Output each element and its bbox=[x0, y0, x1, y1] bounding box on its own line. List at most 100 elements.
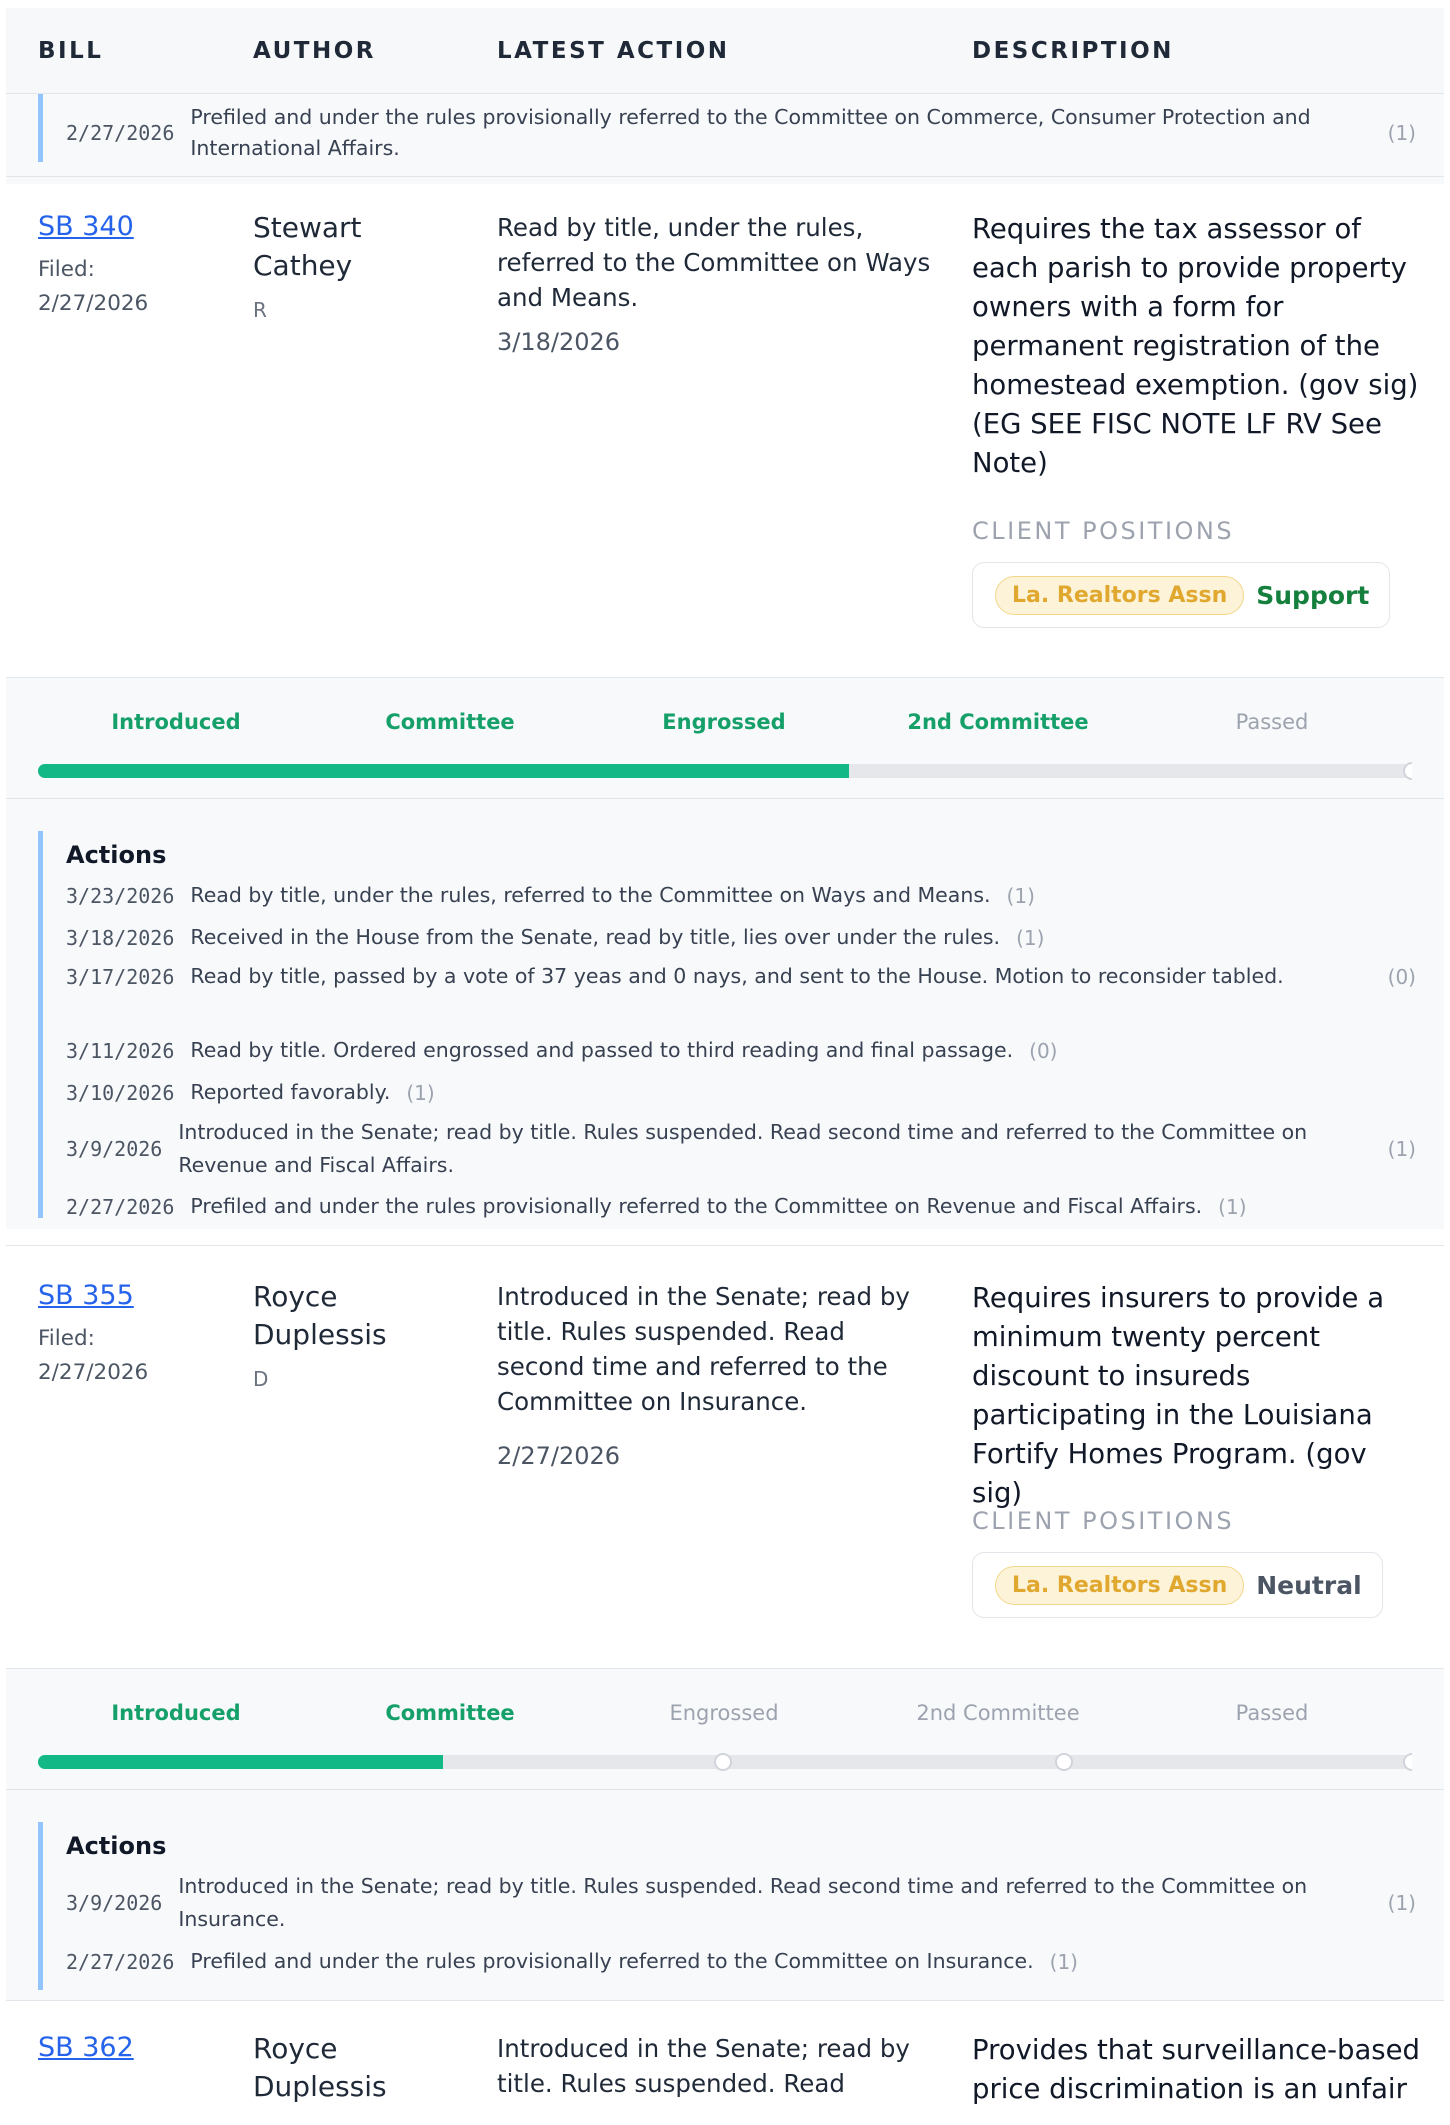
bill-description: Requires the tax assessor of each parish… bbox=[972, 213, 1419, 479]
stage-label-introduced: Introduced bbox=[111, 1701, 241, 1725]
action-date: 2/27/2026 bbox=[66, 121, 175, 145]
action-count[interactable]: (0) bbox=[1388, 965, 1416, 989]
action-text: Introduced in the Senate; read by title.… bbox=[178, 1874, 1308, 1931]
author-name[interactable]: Stewart Cathey bbox=[253, 209, 453, 285]
client-name-badge: La. Realtors Assn bbox=[995, 575, 1245, 615]
bill-tracker-table: BILL AUTHOR LATEST ACTION DESCRIPTION 2/… bbox=[6, 8, 1444, 2125]
action-item: 3/17/2026 Read by title, passed by a vot… bbox=[66, 960, 1416, 993]
action-item: 3/9/2026 Introduced in the Senate; read … bbox=[66, 1116, 1416, 1182]
action-count[interactable]: (1) bbox=[1016, 926, 1044, 950]
client-name-badge: La. Realtors Assn bbox=[995, 1565, 1245, 1605]
progress-track bbox=[38, 762, 1412, 780]
action-item: 2/27/2026 Prefiled and under the rules p… bbox=[66, 1945, 1416, 1978]
stage-label-2nd-committee: 2nd Committee bbox=[916, 1701, 1080, 1725]
author-party: R bbox=[253, 298, 267, 322]
latest-action-date: 2/27/2026 bbox=[497, 1442, 621, 1470]
action-text: Prefiled and under the rules provisional… bbox=[190, 105, 1311, 160]
action-count[interactable]: (0) bbox=[1029, 1039, 1057, 1063]
stage-label-introduced: Introduced bbox=[111, 710, 241, 734]
row-divider bbox=[6, 2000, 1444, 2001]
stage-marker-passed bbox=[1403, 762, 1412, 780]
actions-accent-bar bbox=[38, 831, 43, 1218]
action-count[interactable]: (1) bbox=[406, 1081, 434, 1105]
action-item: 3/9/2026 Introduced in the Senate; read … bbox=[66, 1870, 1416, 1936]
actions-heading: Actions bbox=[66, 841, 167, 869]
action-item: 2/27/2026 Prefiled and under the rules p… bbox=[66, 102, 1416, 164]
bill-actions-panel: Actions 3/23/2026 Read by title, under t… bbox=[6, 799, 1444, 1229]
client-position-card[interactable]: La. Realtors Assn Neutral bbox=[972, 1552, 1383, 1618]
stage-marker-2nd-committee bbox=[1055, 1753, 1073, 1771]
author-name[interactable]: Royce Duplessis bbox=[253, 1278, 453, 1354]
latest-action-text: Read by title, under the rules, referred… bbox=[497, 213, 931, 312]
action-count[interactable]: (1) bbox=[1388, 1137, 1416, 1161]
stage-label-2nd-committee: 2nd Committee bbox=[907, 710, 1089, 734]
stage-marker-engrossed bbox=[714, 1753, 732, 1771]
action-count[interactable]: (1) bbox=[1050, 1950, 1078, 1974]
action-text: Prefiled and under the rules provisional… bbox=[190, 1949, 1034, 1973]
progress-track bbox=[38, 1753, 1412, 1771]
action-text: Introduced in the Senate; read by title.… bbox=[178, 1120, 1308, 1177]
latest-action-text: Introduced in the Senate; read by title.… bbox=[497, 1282, 910, 1416]
stage-marker-passed bbox=[1403, 1753, 1412, 1771]
filed-date: 2/27/2026 bbox=[38, 291, 149, 316]
client-positions-label: CLIENT POSITIONS bbox=[972, 517, 1235, 545]
action-item: 2/27/2026 Prefiled and under the rules p… bbox=[66, 1190, 1416, 1223]
actions-accent-bar bbox=[38, 1822, 43, 1990]
latest-action-date: 3/18/2026 bbox=[497, 328, 621, 356]
action-date: 3/18/2026 bbox=[66, 925, 175, 950]
action-date: 3/10/2026 bbox=[66, 1080, 175, 1105]
action-count[interactable]: (1) bbox=[1218, 1195, 1246, 1219]
filed-label: Filed: bbox=[38, 1326, 95, 1351]
bill-progress-tracker: Introduced Committee Engrossed 2nd Commi… bbox=[6, 678, 1444, 798]
client-position-card[interactable]: La. Realtors Assn Support bbox=[972, 562, 1391, 628]
action-date: 2/27/2026 bbox=[66, 1949, 175, 1974]
latest-action-text: Introduced in the Senate; read by title.… bbox=[497, 2034, 910, 2098]
stage-label-committee: Committee bbox=[385, 1701, 515, 1725]
action-date: 3/23/2026 bbox=[66, 883, 175, 908]
action-date: 3/9/2026 bbox=[66, 1137, 163, 1161]
position-status: Support bbox=[1256, 580, 1370, 610]
action-date: 3/11/2026 bbox=[66, 1038, 175, 1063]
filed-date: 2/27/2026 bbox=[38, 1360, 149, 1385]
bill-description: Provides that surveillance-based price d… bbox=[972, 2034, 1421, 2105]
stage-label-committee: Committee bbox=[385, 710, 515, 734]
table-header: BILL AUTHOR LATEST ACTION DESCRIPTION bbox=[6, 8, 1444, 94]
bill-number-link[interactable]: SB 362 bbox=[38, 2032, 134, 2063]
action-text: Reported favorably. bbox=[190, 1080, 391, 1104]
action-date: 3/9/2026 bbox=[66, 1891, 163, 1915]
stage-label-passed: Passed bbox=[1235, 710, 1309, 734]
previous-bill-actions: 2/27/2026 Prefiled and under the rules p… bbox=[6, 94, 1444, 184]
bill-number-link[interactable]: SB 340 bbox=[38, 211, 134, 242]
action-date: 2/27/2026 bbox=[66, 1194, 175, 1219]
column-header-description[interactable]: DESCRIPTION bbox=[972, 38, 1174, 64]
action-text: Received in the House from the Senate, r… bbox=[190, 925, 1001, 949]
bill-number-link[interactable]: SB 355 bbox=[38, 1280, 134, 1311]
author-name[interactable]: Royce Duplessis bbox=[253, 2030, 453, 2106]
bill-progress-tracker: Introduced Committee Engrossed 2nd Commi… bbox=[6, 1669, 1444, 1789]
progress-fill bbox=[38, 764, 849, 778]
action-item: 3/10/2026 Reported favorably. (1) bbox=[66, 1076, 1416, 1109]
action-count[interactable]: (1) bbox=[1007, 884, 1035, 908]
actions-accent-bar bbox=[38, 94, 43, 162]
client-positions-label: CLIENT POSITIONS bbox=[972, 1507, 1235, 1535]
column-header-latest-action[interactable]: LATEST ACTION bbox=[497, 38, 730, 64]
action-item: 3/11/2026 Read by title. Ordered engross… bbox=[66, 1034, 1416, 1067]
action-count[interactable]: (1) bbox=[1388, 1891, 1416, 1915]
stage-label-engrossed: Engrossed bbox=[662, 710, 786, 734]
column-header-bill[interactable]: BILL bbox=[38, 38, 103, 64]
column-header-author[interactable]: AUTHOR bbox=[253, 38, 376, 64]
action-item: 3/23/2026 Read by title, under the rules… bbox=[66, 879, 1416, 912]
row-divider bbox=[6, 176, 1444, 177]
action-text: Prefiled and under the rules provisional… bbox=[190, 1194, 1203, 1218]
action-count[interactable]: (1) bbox=[1388, 121, 1416, 145]
filed-label: Filed: bbox=[38, 257, 95, 282]
author-party: D bbox=[253, 1367, 269, 1391]
action-text: Read by title, passed by a vote of 37 ye… bbox=[190, 964, 1284, 988]
position-status: Neutral bbox=[1256, 1570, 1362, 1600]
action-item: 3/18/2026 Received in the House from the… bbox=[66, 921, 1416, 954]
row-divider bbox=[6, 1245, 1444, 1246]
bill-description: Requires insurers to provide a minimum t… bbox=[972, 1282, 1385, 1509]
action-text: Read by title. Ordered engrossed and pas… bbox=[190, 1038, 1014, 1062]
action-text: Read by title, under the rules, referred… bbox=[190, 883, 991, 907]
bill-actions-panel: Actions 3/9/2026 Introduced in the Senat… bbox=[6, 1790, 1444, 2000]
